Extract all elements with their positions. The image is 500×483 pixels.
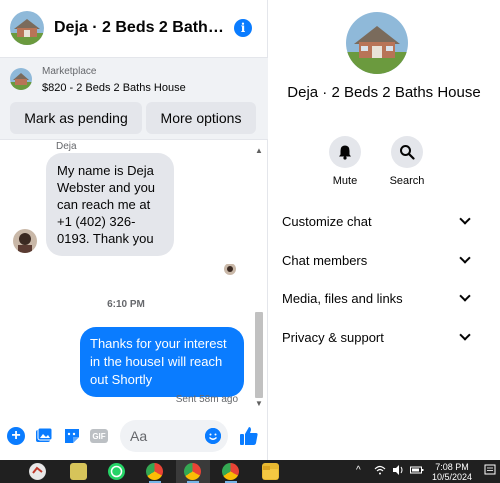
listing-profile-picture[interactable] <box>346 12 408 74</box>
listing-title[interactable]: $820 - 2 Beds 2 Baths House <box>42 82 186 94</box>
sticker-icon[interactable] <box>63 427 81 445</box>
chat-header: Deja · 2 Beds 2 Baths House i <box>0 0 268 56</box>
gif-icon[interactable]: GIF <box>90 429 108 443</box>
mute-button[interactable]: Mute <box>315 136 375 187</box>
more-options-button[interactable]: More options <box>146 102 256 134</box>
incoming-message[interactable]: My name is Deja Webster and you can reac… <box>46 153 174 256</box>
listing-name: Deja · 2 Beds 2 Baths House <box>287 84 481 101</box>
chat-members-item[interactable]: Chat members <box>282 250 472 270</box>
sender-name: Deja <box>56 141 77 152</box>
search-icon[interactable] <box>391 136 423 168</box>
chat-details-pane: Deja · 2 Beds 2 Baths House Mute Search … <box>269 0 500 460</box>
info-icon[interactable]: i <box>234 19 252 37</box>
customize-chat-item[interactable]: Customize chat <box>282 211 472 231</box>
mark-as-pending-button[interactable]: Mark as pending <box>10 102 142 134</box>
house-avatar[interactable] <box>10 11 44 45</box>
chrome-icon[interactable] <box>184 463 201 480</box>
chat-pane: Deja · 2 Beds 2 Baths House i Marketplac… <box>0 0 268 460</box>
notifications-icon[interactable] <box>484 464 496 479</box>
customize-chat-label: Customize chat <box>282 213 372 229</box>
chevron-down-icon <box>459 290 471 302</box>
message-scrollbar[interactable]: ▲ ▼ <box>254 146 264 408</box>
bell-icon[interactable] <box>329 136 361 168</box>
chevron-down-icon <box>459 213 471 225</box>
chat-members-label: Chat members <box>282 252 368 268</box>
marketplace-label: Marketplace <box>42 66 97 77</box>
scroll-down-arrow-icon[interactable]: ▼ <box>255 399 263 408</box>
plus-icon[interactable]: + <box>7 427 25 445</box>
read-receipt-avatar <box>224 263 236 275</box>
privacy-support-item[interactable]: Privacy & support <box>282 327 472 347</box>
system-clock[interactable]: 7:08 PM 10/5/2024 <box>430 462 474 482</box>
scrollbar-thumb[interactable] <box>255 312 263 398</box>
windows-taskbar: ^ 7:08 PM 10/5/2024 <box>0 460 500 483</box>
scroll-up-arrow-icon[interactable]: ▲ <box>255 146 263 155</box>
whatsapp-icon[interactable] <box>108 463 125 480</box>
battery-icon[interactable] <box>410 464 424 479</box>
sender-avatar[interactable] <box>13 229 37 253</box>
message-timestamp: 6:10 PM <box>107 299 145 310</box>
outgoing-message[interactable]: Thanks for your interest in the houseI w… <box>80 327 244 397</box>
chevron-down-icon <box>459 252 471 264</box>
chrome-icon[interactable] <box>146 463 163 480</box>
thumbs-up-icon[interactable] <box>238 425 260 447</box>
sticky-notes-icon[interactable] <box>70 463 87 480</box>
emoji-icon[interactable] <box>205 428 221 444</box>
file-explorer-icon[interactable] <box>262 463 279 480</box>
wifi-icon[interactable] <box>374 464 386 479</box>
search-label: Search <box>389 175 425 187</box>
message-thread: Deja My name is Deja Webster and you can… <box>0 141 268 409</box>
media-files-links-item[interactable]: Media, files and links <box>282 288 472 308</box>
marketplace-listing: Marketplace $820 - 2 Beds 2 Baths House … <box>0 57 268 140</box>
listing-thumbnail[interactable] <box>10 68 32 90</box>
chrome-icon[interactable] <box>222 463 239 480</box>
clock-date: 10/5/2024 <box>431 472 473 482</box>
media-files-links-label: Media, files and links <box>282 290 403 306</box>
clock-time: 7:08 PM <box>435 462 469 472</box>
search-button[interactable]: Search <box>377 136 437 187</box>
volume-icon[interactable] <box>392 464 404 479</box>
photo-icon[interactable] <box>35 427 53 445</box>
chat-title[interactable]: Deja · 2 Beds 2 Baths House <box>54 19 232 37</box>
chevron-down-icon <box>459 329 471 341</box>
tray-overflow-icon[interactable]: ^ <box>356 465 361 476</box>
privacy-support-label: Privacy & support <box>282 329 384 345</box>
message-composer: + GIF <box>0 416 268 456</box>
app-icon[interactable] <box>29 463 46 480</box>
sent-status: Sent 58m ago <box>175 394 238 405</box>
mute-label: Mute <box>332 175 358 187</box>
